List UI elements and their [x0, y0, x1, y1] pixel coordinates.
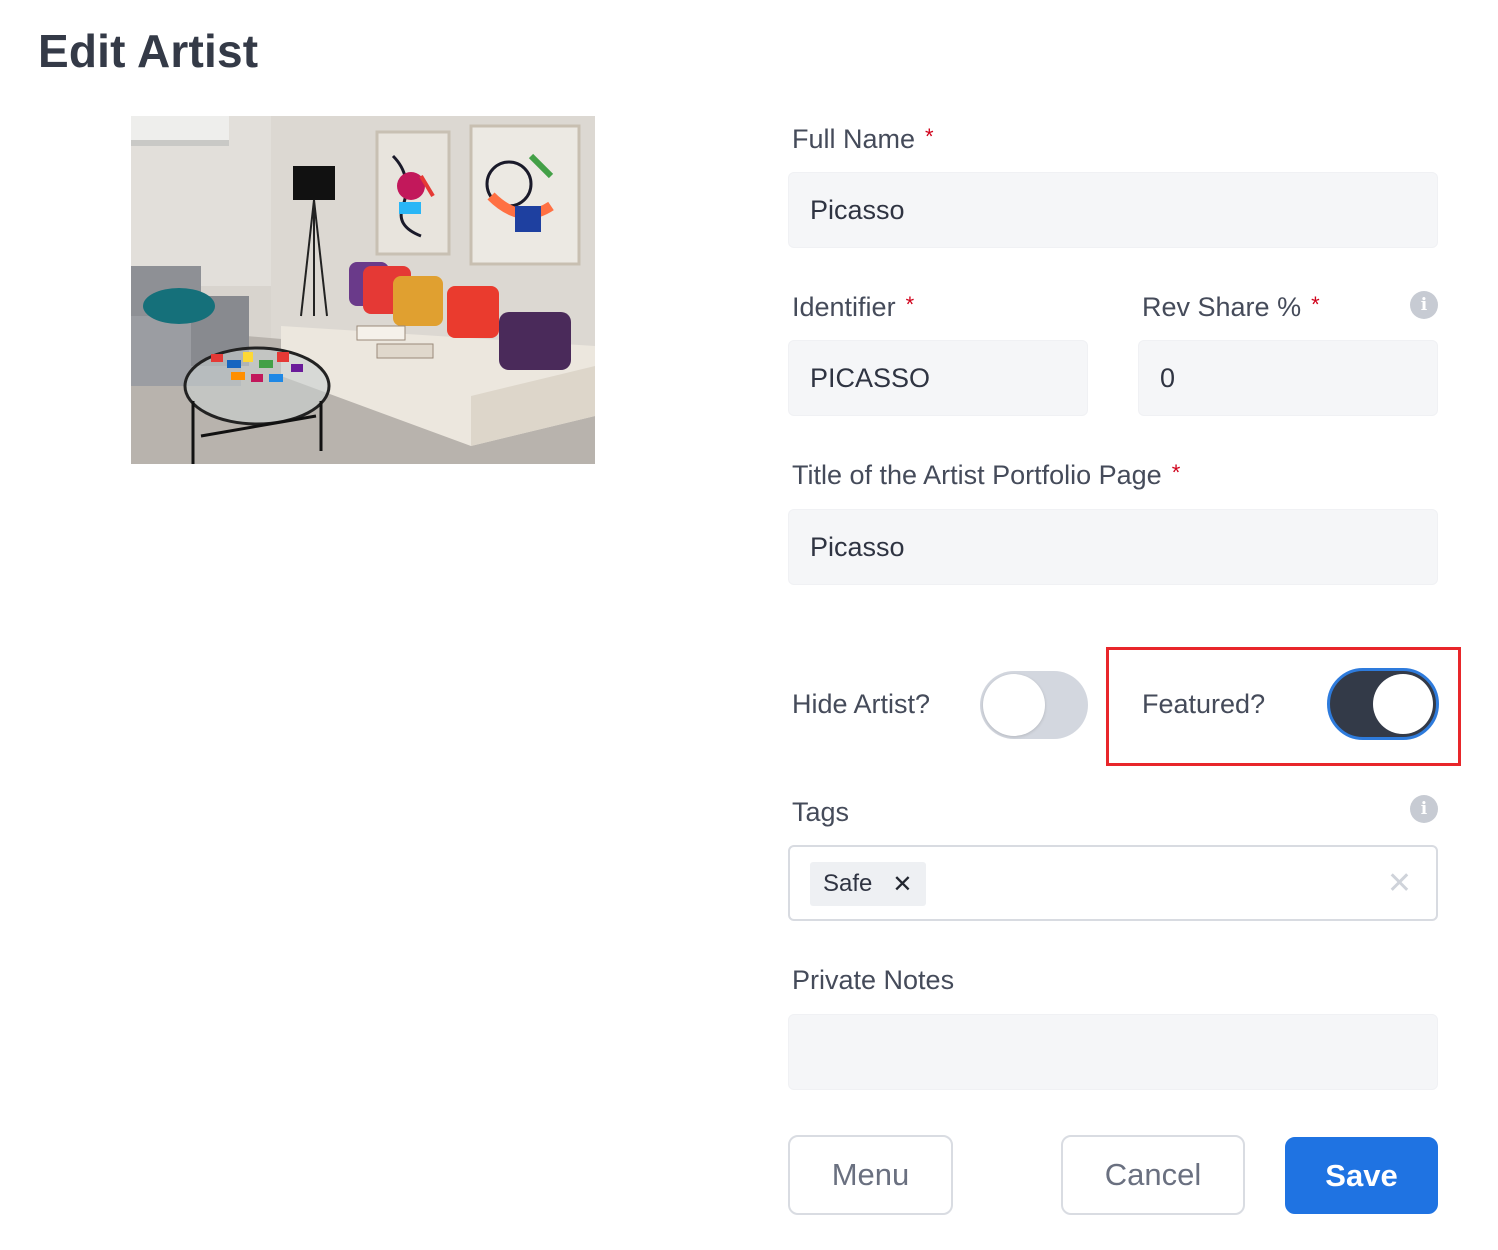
tags-input[interactable]: Safe ✕ ✕ [788, 845, 1438, 921]
identifier-input[interactable]: PICASSO [788, 340, 1088, 416]
page-title: Edit Artist [38, 25, 259, 77]
tags-label: Tags [792, 797, 850, 827]
portfolio-title-input[interactable]: Picasso [788, 509, 1438, 585]
tag-label: Safe [823, 870, 873, 897]
featured-toggle[interactable] [1327, 668, 1439, 740]
full-name-input[interactable]: Picasso [788, 172, 1438, 248]
menu-button[interactable]: Menu [788, 1135, 953, 1215]
full-name-label: Full Name * [792, 124, 934, 154]
required-mark: * [1311, 292, 1320, 317]
tag-remove-icon[interactable]: ✕ [892, 870, 912, 899]
info-icon[interactable]: i [1410, 795, 1438, 823]
featured-label: Featured? [1142, 689, 1266, 719]
cancel-button[interactable]: Cancel [1061, 1135, 1245, 1215]
required-mark: * [905, 292, 915, 317]
hide-artist-label: Hide Artist? [792, 689, 931, 719]
rev-share-label: Rev Share % * [1142, 292, 1320, 322]
required-mark: * [1171, 460, 1181, 485]
private-notes-label: Private Notes [792, 965, 955, 995]
required-mark: * [925, 124, 934, 149]
tag-chip: Safe ✕ [810, 862, 927, 906]
portfolio-title-label: Title of the Artist Portfolio Page * [792, 460, 1181, 490]
info-icon[interactable]: i [1410, 291, 1438, 319]
toggle-knob [1373, 674, 1433, 734]
private-notes-input[interactable] [788, 1014, 1438, 1090]
hide-artist-toggle[interactable] [980, 671, 1088, 739]
save-button[interactable]: Save [1285, 1137, 1438, 1214]
clear-tags-icon[interactable]: ✕ [1387, 866, 1412, 901]
artist-image [131, 116, 595, 464]
rev-share-input[interactable]: 0 [1138, 340, 1438, 416]
identifier-label: Identifier * [792, 292, 915, 322]
toggle-knob [983, 674, 1045, 736]
